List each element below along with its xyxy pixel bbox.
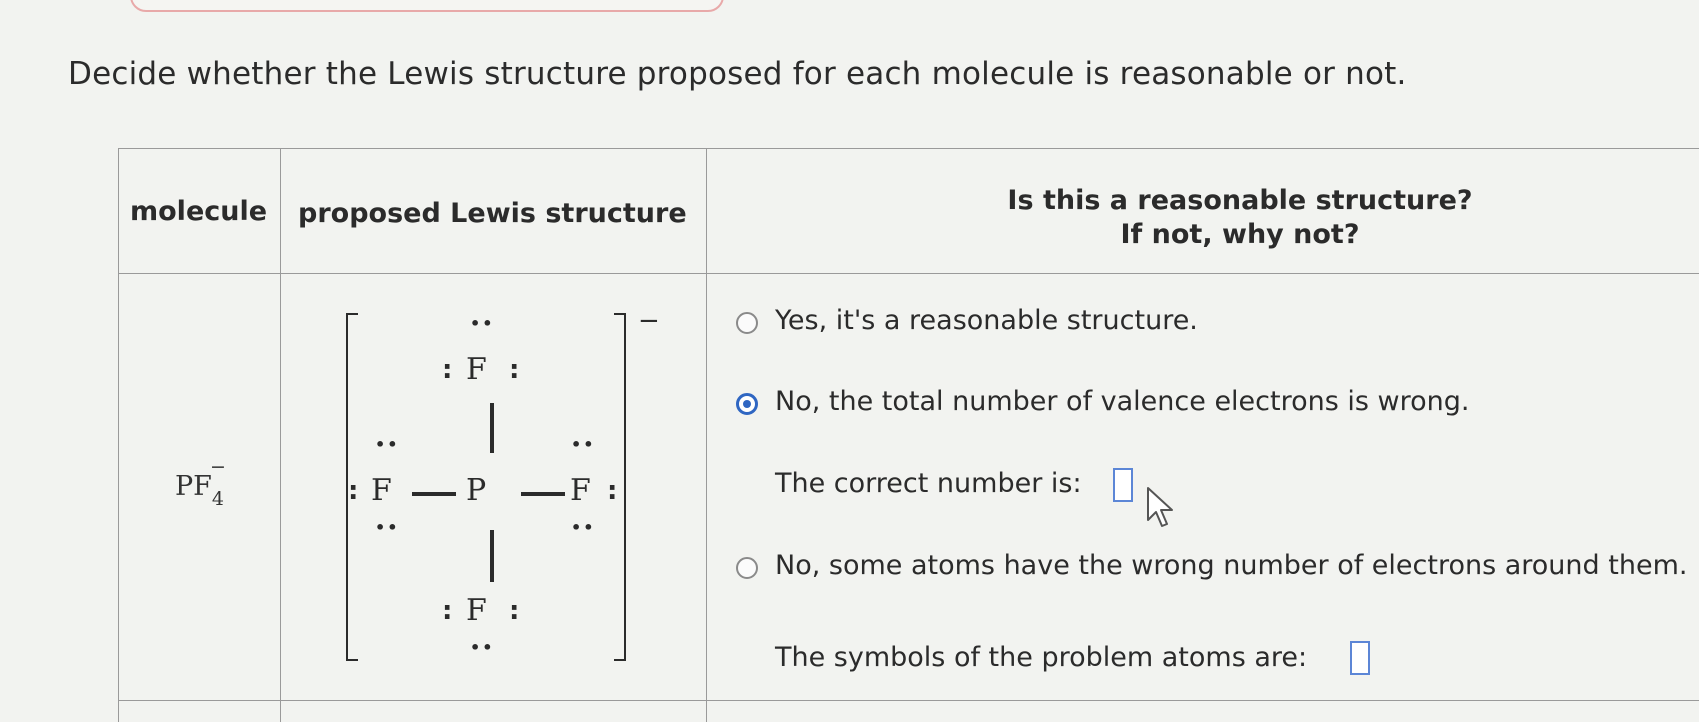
formula-charge: − [210, 456, 226, 478]
radio-unselected-icon[interactable] [736, 312, 758, 334]
table-top-border [118, 148, 1699, 149]
table-left-border [118, 148, 119, 722]
correct-number-input[interactable] [1113, 468, 1133, 502]
header-divider [118, 273, 1699, 274]
header-molecule: molecule [130, 196, 268, 227]
formula-base: PF [175, 471, 212, 502]
correct-number-label: The correct number is: [775, 468, 1082, 499]
problem-atoms-label: The symbols of the problem atoms are: [775, 642, 1308, 673]
lone-pair: : [442, 355, 453, 385]
ion-charge: − [638, 306, 660, 336]
top-tab-edge [130, 0, 724, 12]
fluorine-atom-left: F [371, 473, 392, 508]
option-label[interactable]: No, the total number of valence electron… [775, 386, 1470, 417]
radio-selected-icon[interactable] [736, 393, 758, 415]
header-lewis-structure: proposed Lewis structure [298, 198, 687, 229]
fluorine-atom-bottom: F [466, 593, 487, 628]
lone-pair: : [442, 596, 453, 626]
problem-atoms-input[interactable] [1350, 641, 1370, 675]
lone-pair: : [509, 596, 520, 626]
header-question-line1: Is this a reasonable structure? [1007, 185, 1473, 216]
lone-pair: •• [375, 435, 400, 454]
option-label[interactable]: No, some atoms have the wrong number of … [775, 550, 1687, 581]
bond-right [521, 492, 565, 496]
lone-pair: •• [571, 518, 596, 537]
radio-unselected-icon[interactable] [736, 557, 758, 579]
header-question-line2: If not, why not? [1120, 219, 1360, 250]
lone-pair: : [607, 476, 618, 506]
bond-top [490, 403, 494, 453]
column-divider-2 [706, 148, 707, 722]
fluorine-atom-right: F [570, 473, 591, 508]
bond-left [412, 492, 456, 496]
formula-subscript: 4 [211, 488, 224, 511]
lone-pair: •• [571, 435, 596, 454]
bond-bottom [490, 530, 494, 582]
lone-pair: : [509, 355, 520, 385]
lone-pair: : [348, 476, 359, 506]
column-divider-1 [280, 148, 281, 722]
row-bottom-border [118, 700, 1699, 701]
fluorine-atom-top: F [466, 352, 487, 387]
option-label[interactable]: Yes, it's a reasonable structure. [775, 305, 1198, 336]
question-prompt: Decide whether the Lewis structure propo… [68, 56, 1407, 92]
lone-pair: •• [470, 314, 495, 333]
molecule-formula: PF4 − [175, 456, 240, 510]
lone-pair: •• [375, 518, 400, 537]
phosphorus-atom: P [466, 473, 487, 508]
lone-pair: •• [470, 638, 495, 657]
mouse-pointer-icon [1147, 487, 1173, 527]
header-question: Is this a reasonable structure? If not, … [930, 184, 1550, 252]
